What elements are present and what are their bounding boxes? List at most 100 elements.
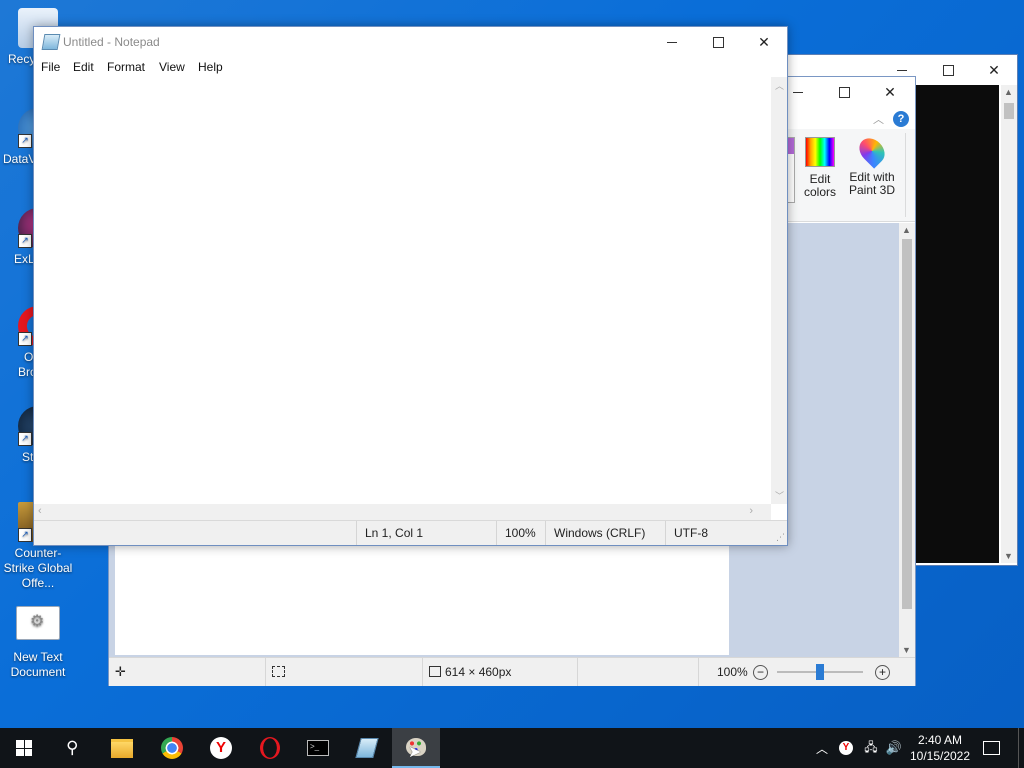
scroll-down-arrow-icon[interactable]: ﹀ <box>775 489 784 502</box>
notepad-app-icon <box>41 34 61 50</box>
image-size-segment: 614 × 460px <box>423 658 578 686</box>
shortcut-arrow-icon: ↗ <box>18 332 32 346</box>
notepad-text-area[interactable] <box>34 77 771 504</box>
scroll-up-arrow-icon[interactable]: ▲ <box>902 225 911 235</box>
taskbar-chrome[interactable] <box>148 728 196 768</box>
maximize-icon <box>942 64 954 76</box>
window-title: Untitled - Notepad <box>63 35 160 49</box>
gear-icon: ⚙ <box>30 613 45 630</box>
encoding: UTF-8 <box>665 521 774 545</box>
shortcut-arrow-icon: ↗ <box>18 432 32 446</box>
maximize-button[interactable] <box>821 77 867 107</box>
cursor-position-segment: ✛ <box>109 658 266 686</box>
minimize-icon <box>667 41 677 43</box>
taskbar: ⚲ Y >_ ➤ ︿ Y 🖧 🔊 2:40 AM 10/15/2022 <box>0 728 1024 768</box>
selection-size-segment <box>266 658 423 686</box>
paint-status-bar: ✛ 614 × 460px 100% − + <box>109 657 915 686</box>
help-icon[interactable]: ? <box>893 111 909 127</box>
scroll-left-arrow-icon[interactable]: ‹ <box>38 505 42 517</box>
notepad-horizontal-scrollbar[interactable]: ‹ › <box>34 504 771 520</box>
chevron-up-icon: ︿ <box>815 741 828 756</box>
tray-volume[interactable]: 🔊 <box>884 728 904 768</box>
tray-yandex[interactable]: Y <box>836 728 856 768</box>
edit-colors-button[interactable]: Edit colors <box>795 137 845 199</box>
zoom-out-button[interactable]: − <box>753 665 768 680</box>
shortcut-arrow-icon: ↗ <box>18 234 32 248</box>
close-icon: ✕ <box>884 83 896 100</box>
color-palette-icon <box>805 137 835 167</box>
image-size-text: 614 × 460px <box>445 665 512 679</box>
menu-file[interactable]: File <box>41 60 60 74</box>
speaker-icon: 🔊 <box>885 740 903 755</box>
close-button[interactable]: ✕ <box>971 55 1017 85</box>
folder-icon <box>111 738 133 758</box>
scroll-down-arrow-icon[interactable]: ▼ <box>1004 551 1013 561</box>
zoom-level: 100% <box>717 665 748 679</box>
yandex-icon: Y <box>210 737 232 759</box>
menu-view[interactable]: View <box>159 60 185 74</box>
taskbar-command-prompt[interactable]: >_ <box>294 728 342 768</box>
scroll-up-arrow-icon[interactable]: ▲ <box>1004 87 1013 97</box>
chrome-icon <box>161 737 183 759</box>
maximize-icon <box>838 86 850 98</box>
menu-help[interactable]: Help <box>198 60 223 74</box>
taskbar-file-explorer[interactable] <box>98 728 146 768</box>
selection-icon <box>272 666 285 677</box>
notepad-status-bar: Ln 1, Col 1 100% Windows (CRLF) UTF-8 ⋰ <box>34 520 787 545</box>
desktop-icon-label: New Text Document <box>10 650 66 679</box>
zoom-in-button[interactable]: + <box>875 665 890 680</box>
terminal-icon: >_ <box>307 740 329 756</box>
tray-network[interactable]: 🖧 <box>860 728 882 768</box>
start-button[interactable] <box>0 728 48 768</box>
zoom-level: 100% <box>496 521 547 545</box>
paint3d-icon <box>854 133 890 169</box>
mouse-cursor-icon: ➤ <box>408 744 422 761</box>
scroll-thumb[interactable] <box>1004 103 1014 119</box>
zoom-slider-thumb[interactable] <box>816 664 824 680</box>
close-button[interactable]: ✕ <box>741 27 787 57</box>
menu-format[interactable]: Format <box>107 60 145 74</box>
edit-with-paint3d-button[interactable]: Edit with Paint 3D <box>847 133 897 197</box>
close-button[interactable]: ✕ <box>867 77 913 107</box>
search-icon: ⚲ <box>65 738 79 757</box>
minimize-button[interactable] <box>649 27 695 57</box>
taskbar-notepad[interactable] <box>343 728 391 768</box>
show-hidden-icons-button[interactable]: ︿ <box>812 728 832 768</box>
ribbon-divider <box>905 133 906 217</box>
action-center-button[interactable] <box>976 728 1006 768</box>
console-output-area[interactable] <box>913 85 999 563</box>
shortcut-arrow-icon: ↗ <box>18 134 32 148</box>
notepad-titlebar[interactable]: Untitled - Notepad ✕ <box>34 27 787 57</box>
maximize-button[interactable] <box>925 55 971 85</box>
scroll-thumb[interactable] <box>902 239 912 609</box>
clock-date: 10/15/2022 <box>909 749 971 763</box>
minimize-icon <box>897 69 907 71</box>
scroll-up-arrow-icon[interactable]: ︿ <box>775 79 784 92</box>
taskbar-opera[interactable] <box>246 728 294 768</box>
show-desktop-button[interactable] <box>1018 728 1024 768</box>
minimize-icon <box>793 91 803 93</box>
zoom-slider[interactable] <box>777 664 863 680</box>
image-size-icon <box>429 666 441 677</box>
taskbar-yandex[interactable]: Y <box>197 728 245 768</box>
maximize-button[interactable] <box>695 27 741 57</box>
close-icon: ✕ <box>758 33 770 50</box>
network-icon: 🖧 <box>864 739 878 754</box>
taskbar-paint[interactable]: ➤ <box>392 728 440 768</box>
close-icon: ✕ <box>988 61 1000 78</box>
notepad-vertical-scrollbar[interactable]: ︿ ﹀ <box>771 77 787 504</box>
search-button[interactable]: ⚲ <box>48 728 96 768</box>
paint-vertical-scrollbar[interactable]: ▲ ▼ <box>899 223 915 657</box>
text-document-icon: ⚙ <box>16 606 60 640</box>
scroll-right-arrow-icon[interactable]: › <box>749 505 753 517</box>
desktop-icon-new-text-document[interactable]: ⚙ New Text Document <box>0 606 76 680</box>
scroll-down-arrow-icon[interactable]: ▼ <box>902 645 911 655</box>
notepad-window[interactable]: Untitled - Notepad ✕ File Edit Format Vi… <box>33 26 788 546</box>
windows-logo-icon <box>16 740 32 756</box>
menu-edit[interactable]: Edit <box>73 60 94 74</box>
resize-grip-icon[interactable]: ⋰ <box>776 532 785 543</box>
yandex-tray-icon: Y <box>839 741 853 755</box>
clock[interactable]: 2:40 AM 10/15/2022 <box>908 728 972 768</box>
ribbon-collapse-chevron-icon[interactable]: ︿ <box>873 111 884 127</box>
console-vertical-scrollbar[interactable]: ▲ ▼ <box>1001 85 1017 563</box>
